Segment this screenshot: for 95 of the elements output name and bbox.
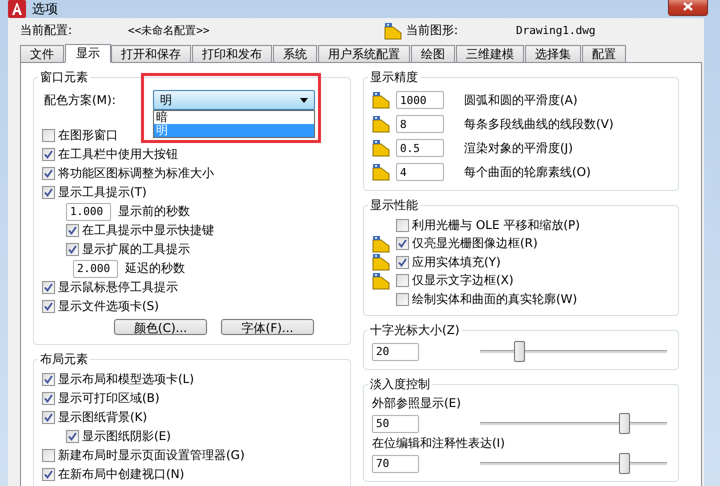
window-title: 选项 — [32, 1, 59, 18]
tab[interactable]: 配置 — [582, 45, 626, 62]
number-field[interactable]: 20 — [372, 342, 419, 360]
checkbox-label: 显示图纸阴影(E) — [82, 428, 171, 445]
tab[interactable]: 选择集 — [525, 45, 581, 62]
number-field[interactable]: 0.5 — [396, 139, 444, 157]
caret-icon — [300, 98, 308, 102]
group-title: 显示精度 — [369, 69, 419, 86]
checkbox[interactable] — [42, 392, 55, 405]
number-field[interactable]: 50 — [372, 414, 419, 432]
drawing-file-icon — [372, 163, 390, 181]
field-label: 延迟的秒数 — [125, 260, 185, 277]
tab[interactable]: 绘图 — [411, 45, 455, 62]
checkbox-label: 在工具栏中使用大按钮 — [58, 146, 178, 163]
tab[interactable]: 用户系统配置 — [318, 45, 410, 62]
app-logo-icon — [8, 0, 26, 18]
slider-thumb[interactable] — [618, 453, 630, 474]
slider-label: 外部参照显示(E) — [372, 395, 461, 412]
tab[interactable]: 显示 — [65, 44, 111, 63]
checkbox[interactable] — [396, 256, 409, 269]
dialog-button[interactable]: 颜色(C)... — [114, 319, 207, 335]
checkbox[interactable] — [42, 373, 55, 386]
checkbox[interactable] — [396, 218, 409, 232]
checkbox-label: 仅显示文字边框(X) — [412, 272, 514, 290]
field-label: 配色方案(M): — [44, 92, 117, 108]
checkbox-label: 显示可打印区域(B) — [58, 390, 160, 407]
checkbox-label: 将功能区图标调整为标准大小 — [58, 165, 214, 182]
checkbox[interactable] — [42, 411, 55, 424]
field-label: 圆弧和圆的平滑度(A) — [464, 92, 578, 108]
checkbox[interactable] — [396, 237, 409, 250]
checkbox[interactable] — [66, 224, 79, 237]
number-field[interactable]: 1000 — [396, 91, 444, 109]
field-label: 每个曲面的轮廓素线(O) — [464, 164, 591, 180]
checkbox-label: 绘制实体和曲面的真实轮廓(W) — [412, 290, 578, 308]
checkbox[interactable] — [42, 300, 55, 313]
checkbox-label: 显示文件选项卡(S) — [58, 298, 159, 315]
checkbox-label: 利用光栅与 OLE 平移和缩放(P) — [412, 216, 580, 234]
dialog-button[interactable]: 字体(F)... — [221, 319, 314, 335]
dropdown[interactable]: 明 — [153, 90, 315, 110]
group-title: 显示性能 — [369, 197, 419, 214]
number-field[interactable]: 8 — [396, 115, 444, 133]
field-label: 每条多段线曲线的线段数(V) — [464, 116, 614, 132]
checkbox-label: 在新布局中创建视口(N) — [58, 466, 184, 483]
number-field[interactable]: 70 — [372, 454, 419, 472]
checkbox-label: 在工具提示中显示快捷键 — [82, 222, 214, 239]
checkbox-label: 显示扩展的工具提示 — [82, 241, 190, 258]
checkbox-label: 在图形窗口 — [58, 127, 118, 144]
number-field[interactable]: 4 — [396, 163, 444, 181]
profile-name: <<未命名配置>> — [128, 23, 210, 38]
close-icon — [683, 2, 693, 10]
drawing-name: Drawing1.dwg — [516, 24, 596, 37]
drawing-file-icon — [372, 139, 390, 157]
group-title: 布局元素 — [39, 351, 89, 368]
drawing-file-icon — [372, 91, 390, 109]
field-label: 显示前的秒数 — [118, 203, 190, 220]
checkbox[interactable] — [66, 243, 79, 256]
checkbox[interactable] — [42, 129, 55, 142]
drawing-label: 当前图形: — [406, 22, 460, 39]
number-field[interactable]: 1.000 — [66, 202, 111, 220]
tab[interactable]: 三维建模 — [456, 45, 524, 62]
checkbox[interactable] — [396, 274, 409, 288]
checkbox-label: 新建布局时显示页面设置管理器(G) — [58, 447, 245, 464]
drawing-file-icon — [372, 253, 390, 272]
checkbox[interactable] — [42, 148, 55, 161]
tab[interactable]: 文件 — [20, 45, 64, 62]
group-title: 十字光标大小(Z) — [369, 322, 461, 338]
checkbox-label: 显示工具提示(T) — [58, 184, 147, 201]
checkbox[interactable] — [42, 468, 55, 481]
tab[interactable]: 系统 — [273, 45, 317, 62]
checkbox-label: 显示鼠标悬停工具提示 — [58, 279, 178, 296]
number-field[interactable]: 2.000 — [73, 260, 118, 278]
tab[interactable]: 打印和发布 — [192, 45, 272, 62]
checkbox[interactable] — [42, 167, 55, 180]
tab[interactable]: 打开和保存 — [111, 45, 191, 62]
close-button[interactable] — [668, 0, 708, 16]
drawing-file-icon — [372, 272, 390, 290]
field-label: 渲染对象的平滑度(J) — [464, 140, 573, 156]
slider-thumb[interactable] — [514, 341, 526, 362]
drawing-file-icon — [372, 115, 390, 133]
checkbox-label: 显示布局和模型选项卡(L) — [58, 371, 194, 388]
group-title: 淡入度控制 — [369, 376, 431, 392]
drawing-file-icon — [384, 22, 402, 40]
drawing-file-icon — [372, 234, 390, 253]
checkbox-label: 仅亮显光栅图像边框(R) — [412, 235, 538, 252]
checkbox[interactable] — [42, 281, 55, 294]
profile-label: 当前配置: — [20, 22, 74, 39]
slider-label: 在位编辑和注释性表达(I) — [372, 435, 505, 452]
group-title: 窗口元素 — [39, 69, 89, 86]
checkbox[interactable] — [396, 292, 409, 306]
slider-thumb[interactable] — [618, 413, 630, 434]
checkbox[interactable] — [66, 430, 79, 443]
checkbox-label: 显示图纸背景(K) — [58, 409, 148, 426]
checkbox[interactable] — [42, 449, 55, 462]
checkbox-label: 应用实体填充(Y) — [412, 254, 501, 271]
checkbox[interactable] — [42, 186, 55, 199]
